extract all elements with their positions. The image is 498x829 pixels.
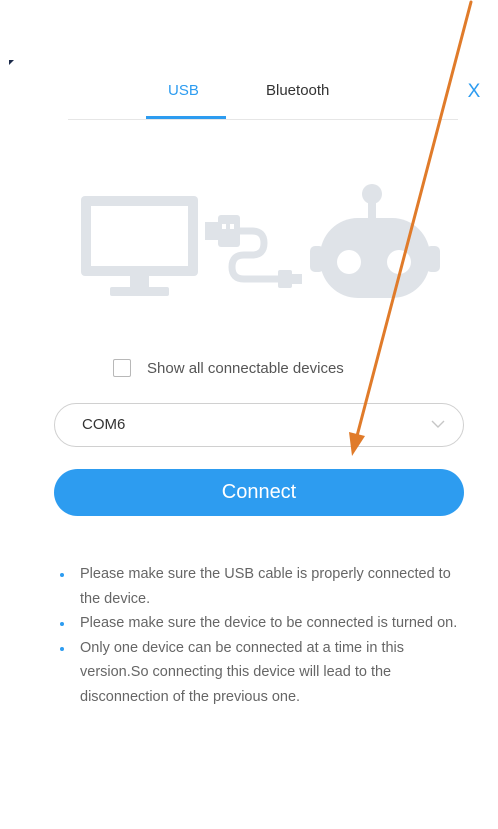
close-button[interactable]: X (464, 80, 484, 104)
usb-cable-icon (205, 215, 302, 288)
show-all-devices-checkbox[interactable] (113, 359, 131, 377)
computer-monitor-icon (81, 196, 198, 296)
active-tab-indicator (146, 116, 226, 119)
note-item: Only one device can be connected at a ti… (60, 636, 460, 710)
usb-connection-dialog: USB Bluetooth X Show all connectable dev… (0, 0, 498, 829)
note-text: Please make sure the USB cable is proper… (80, 566, 451, 607)
bullet-icon (60, 573, 64, 577)
note-text: Only one device can be connected at a ti… (80, 639, 405, 705)
show-all-devices-row: Show all connectable devices (113, 356, 344, 380)
tab-usb[interactable]: USB (168, 82, 199, 99)
corner-mark (9, 60, 14, 65)
show-all-devices-label: Show all connectable devices (147, 359, 344, 377)
note-text: Please make sure the device to be connec… (80, 615, 458, 631)
connect-button[interactable]: Connect (54, 469, 464, 516)
note-item: Please make sure the USB cable is proper… (60, 562, 460, 611)
port-select-value: COM6 (82, 416, 126, 433)
device-connection-illustration (81, 184, 440, 298)
connection-notes: Please make sure the USB cable is proper… (60, 562, 460, 709)
chevron-down-icon (431, 420, 445, 428)
tab-bluetooth[interactable]: Bluetooth (266, 82, 329, 99)
port-select[interactable]: COM6 (54, 403, 464, 447)
connection-tabs: USB Bluetooth (68, 72, 458, 120)
close-icon[interactable]: X (468, 81, 481, 102)
bullet-icon (60, 646, 64, 651)
bullet-icon (60, 622, 64, 626)
note-item: Please make sure the device to be connec… (60, 611, 460, 636)
robot-icon (310, 184, 440, 298)
